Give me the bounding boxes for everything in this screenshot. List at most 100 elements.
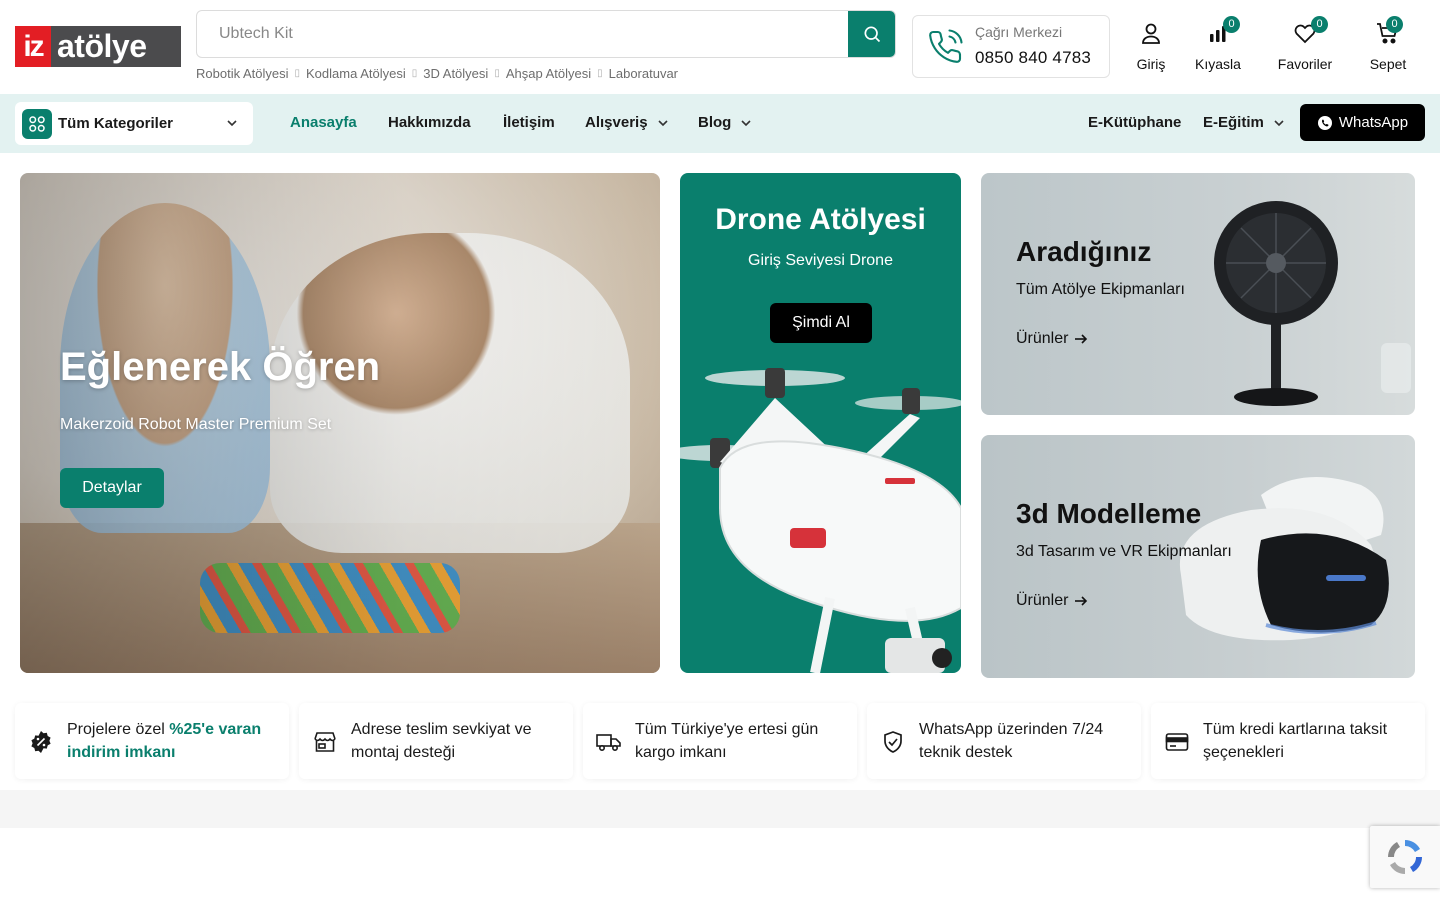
feature-support: WhatsApp üzerinden 7/24 teknik destek bbox=[867, 703, 1141, 779]
side-banner-2-link-label: Ürünler bbox=[1016, 592, 1069, 609]
main-nav: Tüm Kategoriler Anasayfa Hakkımızda İlet… bbox=[0, 94, 1440, 153]
whatsapp-label: WhatsApp bbox=[1338, 114, 1409, 131]
nav-eeducation[interactable]: E-Eğitim bbox=[1203, 114, 1286, 131]
hero-banner[interactable]: Eğlenerek Öğren Makerzoid Robot Master P… bbox=[20, 173, 660, 673]
quick-link-ahsap[interactable]: Ahşap Atölyesi bbox=[506, 66, 591, 82]
side-banner-1-title: Aradığınız bbox=[1016, 236, 1152, 267]
grid-icon bbox=[22, 108, 52, 139]
nav-blog-label: Blog bbox=[698, 114, 732, 131]
quick-link-laboratuvar[interactable]: Laboratuvar bbox=[609, 66, 678, 82]
feature-shipping-text: Tüm Türkiye'ye ertesi gün kargo imkanı bbox=[635, 721, 819, 761]
compare-label: Kıyasla bbox=[1195, 56, 1241, 72]
nav-about-label: Hakkımızda bbox=[388, 114, 471, 131]
quick-link-robotik[interactable]: Robotik Atölyesi bbox=[196, 66, 289, 82]
drone-title: Drone Atölyesi bbox=[715, 203, 926, 236]
feature-installments: Tüm kredi kartlarına taksit şeçenekleri bbox=[1151, 703, 1425, 779]
logo-iz: iz bbox=[15, 26, 51, 67]
arrow-right-icon bbox=[1075, 596, 1088, 606]
favorites-label: Favoriler bbox=[1277, 56, 1333, 72]
hero-subtitle: Makerzoid Robot Master Premium Set bbox=[60, 416, 332, 433]
whatsapp-icon bbox=[1317, 115, 1332, 130]
chevron-down-icon bbox=[741, 119, 751, 126]
all-categories-label: Tüm Kategoriler bbox=[58, 115, 174, 132]
nav-home-label: Anasayfa bbox=[290, 114, 357, 131]
separator: ▯ bbox=[411, 68, 418, 79]
drone-banner[interactable]: Drone Atölyesi Giriş Seviyesi Drone Şimd… bbox=[680, 173, 961, 673]
compare-link[interactable]: 0 Kıyasla bbox=[1192, 16, 1244, 72]
all-categories-button[interactable]: Tüm Kategoriler bbox=[15, 102, 253, 145]
recaptcha-icon bbox=[1388, 840, 1422, 874]
credit-card-icon bbox=[1164, 729, 1190, 755]
nav-contact[interactable]: İletişim bbox=[503, 114, 555, 131]
recaptcha-badge[interactable] bbox=[1370, 826, 1440, 888]
login-label: Giriş bbox=[1136, 56, 1166, 72]
drone-subtitle: Giriş Seviyesi Drone bbox=[748, 252, 893, 269]
call-center-box[interactable]: Çağrı Merkezi 0850 840 4783 bbox=[912, 15, 1110, 78]
nav-shopping-label: Alışveriş bbox=[585, 114, 648, 131]
side-banner-2-title: 3d Modelleme bbox=[1016, 498, 1202, 529]
side-banner-1-subtitle: Tüm Atölye Ekipmanları bbox=[1016, 281, 1185, 298]
cart-label: Sepet bbox=[1369, 56, 1407, 72]
site-logo[interactable]: iz atölye bbox=[15, 26, 181, 67]
nav-elibrary[interactable]: E-Kütüphane bbox=[1088, 114, 1181, 131]
vr-headset-image bbox=[1179, 477, 1389, 641]
search-button[interactable] bbox=[848, 11, 895, 57]
side-banner-1-link-label: Ürünler bbox=[1016, 330, 1069, 347]
whatsapp-button[interactable]: WhatsApp bbox=[1300, 104, 1425, 141]
quick-link-kodlama[interactable]: Kodlama Atölyesi bbox=[306, 66, 406, 82]
side-banner-1-link[interactable]: Ürünler bbox=[1016, 330, 1088, 348]
site-header: iz atölye Robotik Atölyesi ▯ Kodlama Atöl… bbox=[0, 0, 1440, 94]
phone-icon bbox=[929, 29, 963, 63]
discount-badge-icon bbox=[28, 729, 54, 755]
nav-about[interactable]: Hakkımızda bbox=[388, 114, 471, 131]
user-icon bbox=[1142, 23, 1160, 44]
shield-check-icon bbox=[880, 729, 906, 755]
arrow-right-icon bbox=[1075, 334, 1088, 344]
store-icon bbox=[312, 729, 338, 755]
hero-title: Eğlenerek Öğren bbox=[60, 345, 381, 389]
side-banner-equipment[interactable]: Aradığınız Tüm Atölye Ekipmanları Ürünle… bbox=[981, 173, 1415, 415]
side-banner-3d[interactable]: 3d Modelleme 3d Tasarım ve VR Ekipmanlar… bbox=[981, 435, 1415, 678]
feature-support-text: WhatsApp üzerinden 7/24 teknik destek bbox=[919, 721, 1104, 761]
side-banner-2-subtitle: 3d Tasarım ve VR Ekipmanları bbox=[1016, 543, 1232, 560]
quick-link-3d[interactable]: 3D Atölyesi bbox=[423, 66, 488, 82]
hero-details-button[interactable]: Detaylar bbox=[60, 468, 164, 508]
search-input[interactable] bbox=[197, 11, 849, 57]
feature-installments-text: Tüm kredi kartlarına taksit şeçenekleri bbox=[1203, 721, 1388, 761]
side-banner-2-link[interactable]: Ürünler bbox=[1016, 592, 1088, 610]
feature-delivery-text: Adrese teslim sevkiyat ve montaj desteği bbox=[351, 721, 532, 761]
quick-links: Robotik Atölyesi ▯ Kodlama Atölyesi ▯ 3D A… bbox=[196, 66, 678, 82]
drone-image bbox=[680, 368, 961, 673]
chevron-down-icon bbox=[657, 119, 668, 126]
footer-band bbox=[0, 790, 1440, 828]
feature-shipping: Tüm Türkiye'ye ertesi gün kargo imkanı bbox=[583, 703, 857, 779]
nav-home[interactable]: Anasayfa bbox=[290, 114, 357, 131]
chevron-down-icon bbox=[227, 120, 237, 127]
feature-discount: Projelere özel %25'e varan indirim imkan… bbox=[15, 703, 289, 779]
separator: ▯ bbox=[494, 68, 500, 79]
logo-text: atölye bbox=[51, 26, 181, 67]
nav-elibrary-label: E-Kütüphane bbox=[1088, 114, 1182, 131]
search-icon bbox=[864, 26, 880, 43]
chevron-down-icon bbox=[1274, 119, 1284, 126]
truck-icon bbox=[596, 729, 622, 755]
nav-shopping[interactable]: Alışveriş bbox=[585, 114, 670, 131]
nav-contact-label: İletişim bbox=[503, 114, 555, 131]
login-link[interactable]: Giriş bbox=[1134, 20, 1168, 72]
search-bar bbox=[196, 10, 896, 58]
call-center-number: 0850 840 4783 bbox=[975, 48, 1092, 67]
nav-eeducation-label: E-Eğitim bbox=[1203, 114, 1264, 131]
separator: ▯ bbox=[597, 68, 603, 79]
call-center-label: Çağrı Merkezi bbox=[975, 24, 1063, 40]
favorites-count-badge: 0 bbox=[1311, 16, 1328, 33]
features-strip: Projelere özel %25'e varan indirim imkan… bbox=[15, 703, 1425, 779]
feature-discount-text: Projelere özel bbox=[67, 721, 170, 738]
favorites-link[interactable]: 0 Favoriler bbox=[1272, 16, 1338, 72]
feature-delivery: Adrese teslim sevkiyat ve montaj desteği bbox=[299, 703, 573, 779]
cart-link[interactable]: 0 Sepet bbox=[1366, 16, 1410, 72]
nav-blog[interactable]: Blog bbox=[698, 114, 753, 131]
fan-image bbox=[1214, 201, 1411, 406]
separator: ▯ bbox=[294, 68, 301, 79]
drone-buy-button[interactable]: Şimdi Al bbox=[770, 303, 872, 343]
compare-count-badge: 0 bbox=[1223, 16, 1240, 33]
